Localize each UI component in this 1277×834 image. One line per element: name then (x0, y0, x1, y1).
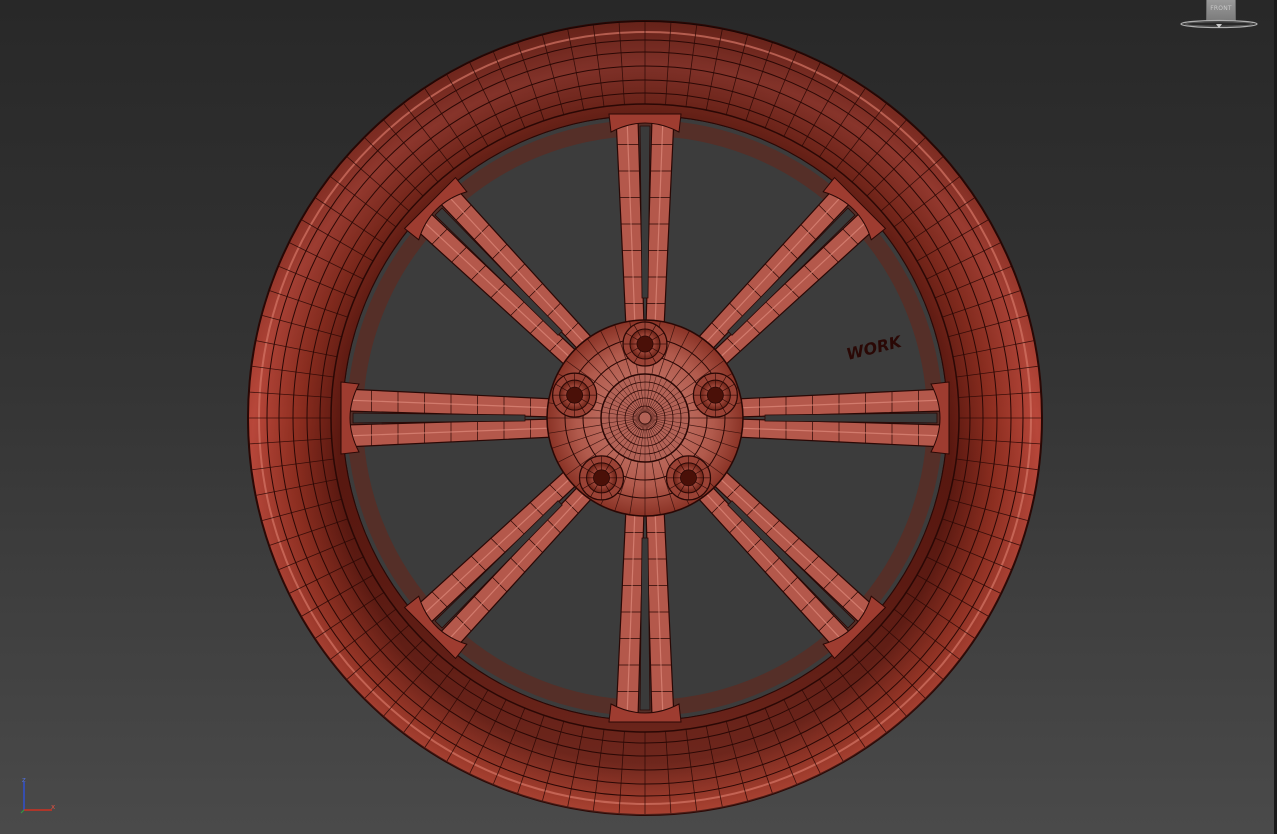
viewcube-icon[interactable]: FRONT (1178, 0, 1260, 32)
3d-viewport[interactable]: WORK FRONT z x (0, 0, 1277, 834)
viewcube-front-face[interactable]: FRONT (1206, 0, 1236, 21)
z-axis-label: z (22, 776, 26, 784)
wheel-model[interactable]: WORK (0, 0, 1277, 834)
lug-nut (578, 455, 625, 501)
x-axis-label: x (51, 803, 55, 811)
lug-nut (552, 372, 598, 418)
axis-tripod-icon: z x (20, 776, 55, 814)
lug-nut (622, 321, 668, 367)
y-axis-line (20, 809, 25, 814)
lug-nut (692, 372, 738, 418)
lug-nut (665, 455, 712, 501)
viewcube-compass-ring[interactable] (1179, 19, 1259, 29)
